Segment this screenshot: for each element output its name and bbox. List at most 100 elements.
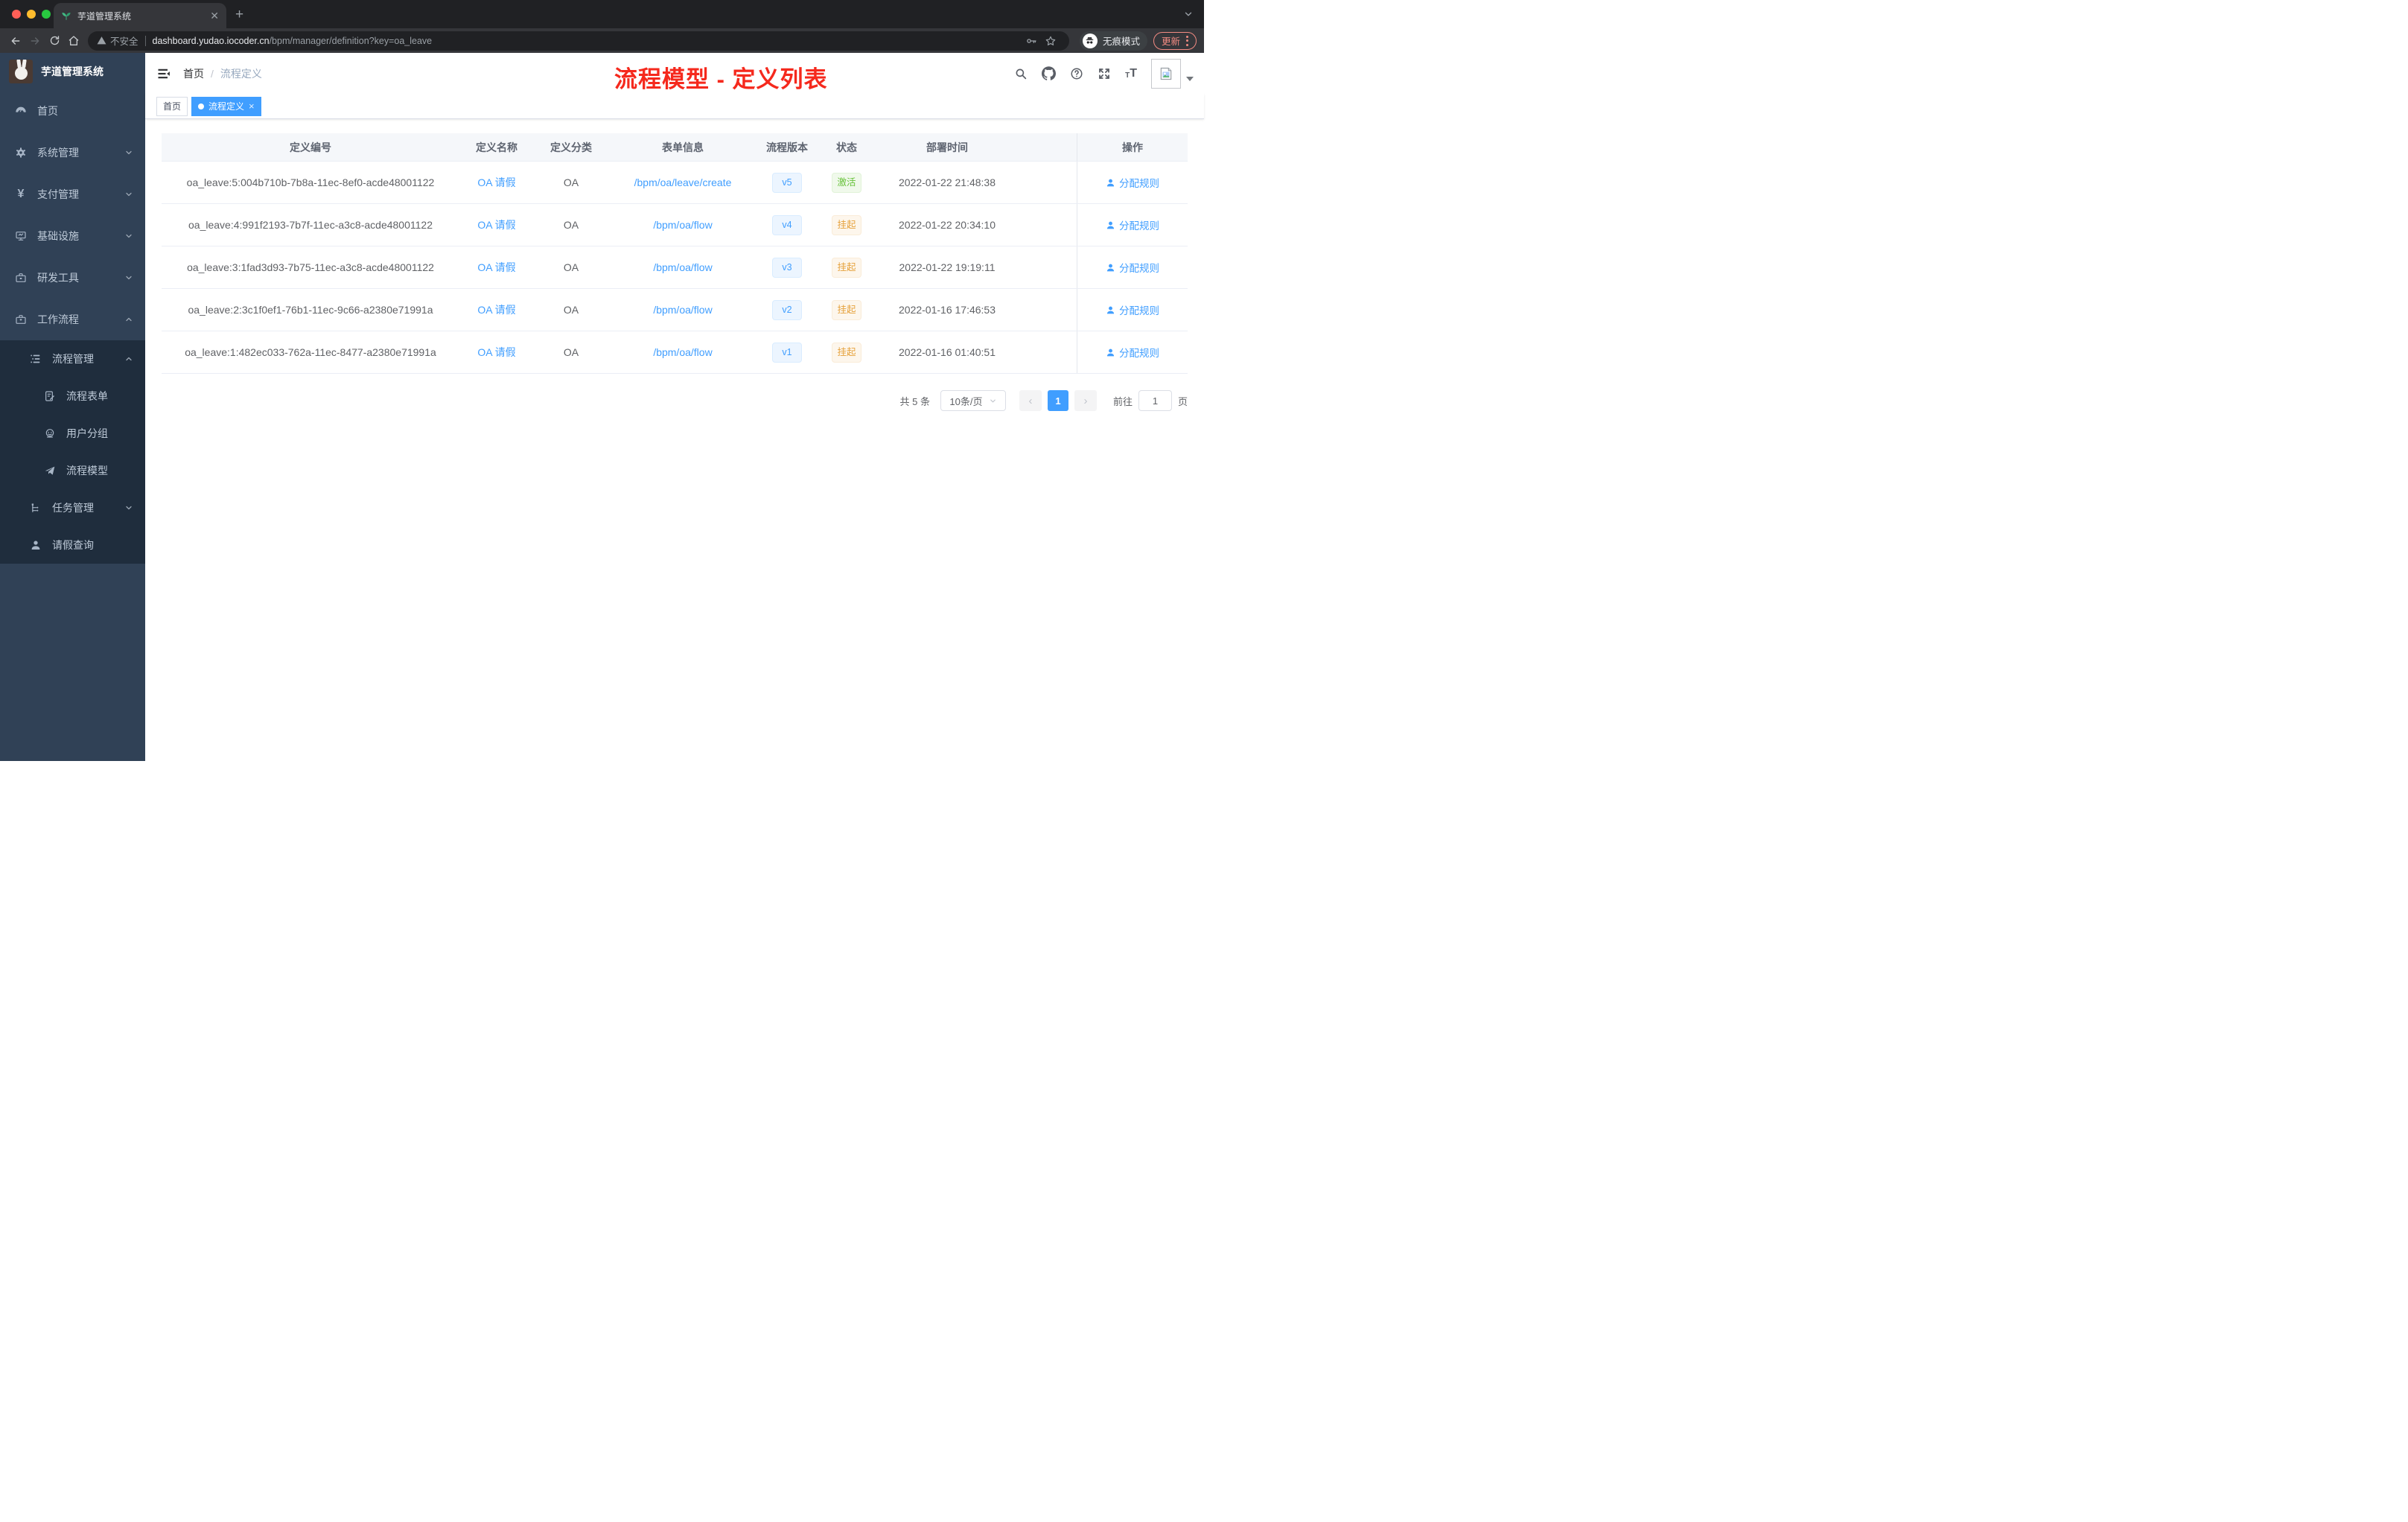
form-link[interactable]: /bpm/oa/flow	[653, 219, 712, 231]
tab-search-chevron-icon[interactable]	[1183, 9, 1194, 19]
version-badge: v2	[772, 299, 802, 320]
table-header: 定义编号 定义名称 定义分类 表单信息 流程版本 状态 部署时间 操作	[162, 133, 1188, 162]
status-badge: 挂起	[832, 342, 861, 363]
help-icon[interactable]	[1070, 67, 1083, 80]
chevron-down-icon	[990, 399, 996, 402]
assign-rule-button[interactable]: 分配规则	[1106, 175, 1159, 190]
logo-avatar	[9, 60, 33, 83]
new-tab-button[interactable]: +	[235, 7, 243, 23]
definition-id: oa_leave:4:991f2193-7b7f-11ec-a3c8-acde4…	[188, 219, 433, 231]
logo-title: 芋道管理系统	[41, 66, 103, 77]
sidebar-item-leave-query[interactable]: 请假查询	[0, 526, 145, 564]
browser-tab-strip: 芋道管理系统 ✕ +	[0, 0, 1204, 28]
briefcase-icon	[15, 313, 27, 325]
incognito-badge: 无痕模式	[1079, 31, 1147, 51]
bookmark-star-icon[interactable]	[1041, 31, 1060, 51]
incognito-icon	[1082, 33, 1098, 48]
assign-rule-button[interactable]: 分配规则	[1106, 345, 1159, 360]
definition-id: oa_leave:2:3c1f0ef1-76b1-11ec-9c66-a2380…	[188, 304, 433, 316]
window-zoom-button[interactable]	[42, 10, 51, 19]
table-row: oa_leave:2:3c1f0ef1-76b1-11ec-9c66-a2380…	[162, 289, 1188, 331]
sidebar-item-infrastructure[interactable]: 基础设施	[0, 215, 145, 257]
forward-button[interactable]	[25, 31, 45, 51]
form-link[interactable]: /bpm/oa/leave/create	[634, 176, 732, 188]
status-badge: 挂起	[832, 299, 861, 320]
sidebar-item-home[interactable]: 首页	[0, 90, 145, 132]
sidebar-logo: 芋道管理系统	[0, 53, 145, 90]
form-link[interactable]: /bpm/oa/flow	[653, 304, 712, 316]
search-icon[interactable]	[1014, 67, 1028, 80]
red-annotation-text: 流程模型 - 定义列表	[614, 66, 828, 92]
tags-view-bar: 首页 流程定义 ×	[145, 94, 1204, 119]
github-icon[interactable]	[1042, 66, 1057, 80]
sidebar-item-task-management[interactable]: 任务管理	[0, 489, 145, 526]
sidebar-item-process-management[interactable]: 流程管理	[0, 340, 145, 378]
assign-rule-button[interactable]: 分配规则	[1106, 217, 1159, 232]
url-bar[interactable]: 不安全 dashboard.yudao.iocoder.cn/bpm/manag…	[88, 31, 1069, 51]
incognito-label: 无痕模式	[1102, 36, 1140, 47]
font-size-icon[interactable]: TT	[1125, 67, 1137, 80]
definition-id: oa_leave:3:1fad3d93-7b75-11ec-a3c8-acde4…	[187, 261, 434, 273]
window-minimize-button[interactable]	[27, 10, 36, 19]
status-badge: 挂起	[832, 214, 861, 235]
definition-name-link[interactable]: OA 请假	[477, 261, 515, 273]
breadcrumb-current: 流程定义	[220, 67, 262, 80]
url-path: /bpm/manager/definition?key=oa_leave	[269, 35, 433, 46]
paper-plane-icon	[44, 465, 56, 477]
definition-category: OA	[563, 176, 579, 188]
assign-rule-button[interactable]: 分配规则	[1106, 260, 1159, 275]
form-link[interactable]: /bpm/oa/flow	[653, 261, 712, 273]
prev-page-button[interactable]: ‹	[1019, 390, 1042, 411]
yen-icon: ¥	[17, 188, 25, 200]
sidebar-item-system[interactable]: 系统管理	[0, 132, 145, 173]
fullscreen-icon[interactable]	[1098, 67, 1111, 80]
form-link[interactable]: /bpm/oa/flow	[653, 346, 712, 358]
not-secure-chip[interactable]: 不安全	[97, 34, 138, 48]
chevron-down-icon	[124, 273, 133, 282]
page-size-select[interactable]: 10条/页	[940, 390, 1006, 411]
definition-name-link[interactable]: OA 请假	[477, 304, 515, 316]
sidebar-item-workflow[interactable]: 工作流程	[0, 299, 145, 340]
home-button[interactable]	[64, 31, 83, 51]
browser-tab[interactable]: 芋道管理系统 ✕	[54, 3, 226, 28]
browser-update-menu-button[interactable]: 更新	[1153, 31, 1197, 50]
sidebar-item-process-model[interactable]: 流程模型	[0, 452, 145, 489]
tag-process-definition[interactable]: 流程定义 ×	[191, 96, 261, 116]
chevron-up-icon	[124, 354, 133, 363]
sidebar-item-user-group[interactable]: 用户分组	[0, 415, 145, 452]
user-avatar-menu[interactable]	[1151, 58, 1194, 89]
back-button[interactable]	[6, 31, 25, 51]
window-close-button[interactable]	[12, 10, 21, 19]
pagination: 共 5 条 10条/页 ‹ 1 › 前往 页	[162, 390, 1188, 411]
definition-name-link[interactable]: OA 请假	[477, 219, 515, 231]
hamburger-collapse-icon[interactable]	[156, 66, 171, 81]
table-row: oa_leave:4:991f2193-7b7f-11ec-a3c8-acde4…	[162, 204, 1188, 246]
reload-button[interactable]	[45, 31, 64, 51]
monitor-icon	[15, 230, 27, 242]
next-page-button[interactable]: ›	[1074, 390, 1097, 411]
tag-home[interactable]: 首页	[156, 96, 188, 116]
assign-rule-button[interactable]: 分配规则	[1106, 302, 1159, 317]
sidebar-item-process-form[interactable]: 流程表单	[0, 378, 145, 415]
definition-category: OA	[563, 304, 579, 316]
chevron-down-icon	[124, 503, 133, 512]
sidebar-item-dev-tools[interactable]: 研发工具	[0, 257, 145, 299]
goto-page-input[interactable]	[1138, 390, 1172, 411]
chevron-down-icon	[124, 232, 133, 241]
tag-close-icon[interactable]: ×	[249, 101, 255, 111]
chevron-down-icon	[124, 148, 133, 157]
user-icon	[1106, 221, 1115, 229]
breadcrumb-home[interactable]: 首页	[183, 66, 204, 81]
password-key-icon[interactable]	[1022, 31, 1041, 51]
kebab-menu-icon	[1186, 35, 1188, 46]
definition-name-link[interactable]: OA 请假	[477, 346, 515, 358]
url-domain: dashboard.yudao.iocoder.cn	[152, 35, 270, 46]
sidebar-item-payment[interactable]: ¥ 支付管理	[0, 173, 145, 215]
robot-face-icon	[44, 427, 56, 439]
definition-name-link[interactable]: OA 请假	[477, 176, 515, 188]
tab-close-icon[interactable]: ✕	[210, 10, 219, 21]
definition-table: 定义编号 定义名称 定义分类 表单信息 流程版本 状态 部署时间 操作 oa_l…	[162, 133, 1188, 374]
favicon-seedling-icon	[61, 10, 71, 21]
status-badge: 挂起	[832, 257, 861, 278]
current-page-button[interactable]: 1	[1047, 390, 1068, 411]
